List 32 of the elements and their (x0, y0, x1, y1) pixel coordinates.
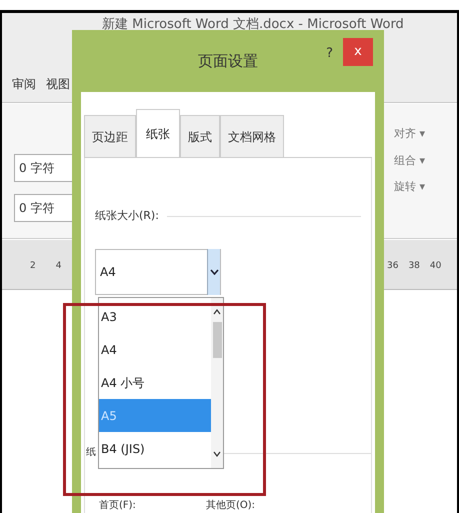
help-button[interactable]: ? (326, 44, 333, 64)
ruler-number: 38 (408, 260, 420, 273)
paper-size-option[interactable]: A4 小号 (99, 366, 211, 399)
ruler-number: 4 (56, 260, 62, 273)
arrange-button[interactable]: 旋转 ▾ (394, 179, 426, 196)
paper-size-option[interactable]: A3 (99, 300, 211, 333)
dialog-tab[interactable]: 文档网格 (220, 115, 284, 157)
scroll-thumb[interactable] (212, 322, 222, 358)
indent-field[interactable]: 0 字符 (14, 194, 74, 222)
first-page-label: 首页(F): (99, 499, 136, 513)
arrange-button[interactable]: 对齐 ▾ (394, 126, 426, 142)
ribbon-tab[interactable]: 审阅 (12, 75, 36, 93)
dialog-tab[interactable]: 版式 (180, 115, 220, 157)
paper-size-option[interactable]: A4 (99, 333, 211, 366)
dialog-tab[interactable]: 纸张 (136, 109, 180, 157)
paper-size-option[interactable]: B4 (JIS) (99, 432, 211, 465)
other-pages-label: 其他页(O): (206, 498, 255, 513)
ruler-number: 36 (387, 260, 398, 273)
ribbon-tab[interactable]: 视图 (46, 75, 70, 93)
arrange-button[interactable]: 组合 ▾ (394, 152, 426, 169)
close-button[interactable]: x (343, 38, 373, 66)
ruler-number: 40 (430, 260, 442, 273)
indent-field[interactable]: 0 字符 (14, 154, 74, 182)
ruler-number: 2 (30, 260, 36, 273)
paper-source-label: 纸 (86, 446, 96, 460)
dialog-tab[interactable]: 页边距 (84, 115, 136, 157)
window-title: 新建 Microsoft Word 文档.docx - Microsoft Word (102, 16, 404, 34)
chevron-down-icon (207, 248, 220, 294)
paper-size-label: 纸张大小(R): (95, 208, 159, 224)
paper-size-select[interactable]: A4 (95, 248, 221, 294)
dialog-title: 页面设置 (198, 50, 258, 72)
scrollbar[interactable] (211, 298, 223, 468)
